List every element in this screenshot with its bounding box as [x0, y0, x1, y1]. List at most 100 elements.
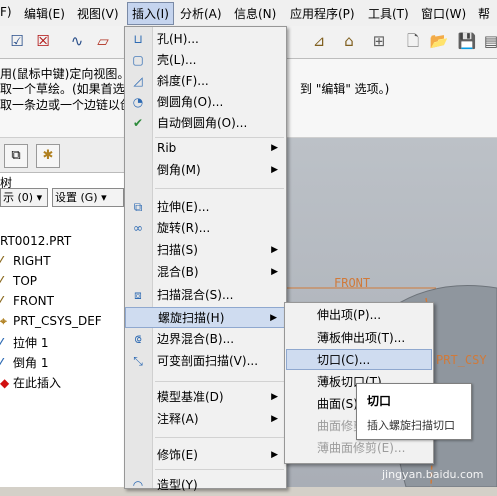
menu-item-variable-section-sweep[interactable]: ⤡ 可变剖面扫描(V)...	[125, 351, 286, 372]
plane-icon[interactable]: ▱	[92, 30, 114, 52]
message-line-2: 取一个草绘。(如果首选内	[0, 82, 137, 96]
menu-item-annotation[interactable]: 注释(A) ▶	[125, 409, 286, 430]
menu-item-swept-blend[interactable]: ⧈ 扫描混合(S)...	[125, 285, 286, 306]
submenu-item-cut[interactable]: 切口(C)...	[286, 349, 432, 370]
datum-axis-icon[interactable]: ⊿	[308, 30, 330, 52]
model-tree-tab-icon[interactable]: ⧉	[4, 144, 28, 168]
submenu-item-protrusion[interactable]: 伸出项(P)...	[285, 305, 433, 326]
draft-icon: ◿	[133, 74, 143, 88]
csys-datum-label: PRT_CSY	[436, 353, 487, 367]
print-icon[interactable]: ▤	[480, 30, 497, 52]
favorites-tab-icon[interactable]: ✱	[36, 144, 60, 168]
tree-item-extrude[interactable]: ⁄ 拉伸 1	[0, 334, 48, 351]
menu-item-extrude[interactable]: ⧉ 拉伸(E)...	[125, 197, 286, 218]
message-line-3: 取一条边或一个边链以创	[0, 98, 133, 112]
submenu-arrow-icon: ▶	[271, 267, 278, 277]
accept-icon[interactable]: ☑	[6, 30, 28, 52]
menu-item-hole[interactable]: ⊔ 孔(H)...	[125, 29, 286, 50]
menu-item-model-datum[interactable]: 模型基准(D) ▶	[125, 387, 286, 408]
cancel-icon[interactable]: ☒	[32, 30, 54, 52]
watermark: jingyan.baidu.com	[382, 468, 484, 481]
menu-applications[interactable]: 应用程序(P)	[290, 5, 355, 22]
submenu-arrow-icon: ▶	[271, 165, 278, 175]
tree-item-chamfer[interactable]: ⁄ 倒角 1	[0, 354, 48, 371]
hole-icon: ⊔	[133, 32, 143, 46]
submenu-arrow-icon: ▶	[271, 414, 278, 424]
menu-item-round[interactable]: ◔ 倒圆角(O)...	[125, 92, 286, 113]
menu-separator	[155, 437, 284, 438]
variable-sweep-icon: ⤡	[133, 354, 143, 368]
extrude-icon: ⧉	[133, 200, 143, 214]
menu-item-rib[interactable]: Rib ▶	[125, 138, 286, 159]
menu-item-cosmetic[interactable]: 修饰(E) ▶	[125, 445, 286, 466]
auto-round-icon: ✔	[132, 116, 144, 130]
menu-separator	[155, 381, 284, 382]
menu-window[interactable]: 窗口(W)	[421, 5, 466, 22]
revolve-icon: ∞	[133, 221, 143, 235]
submenu-arrow-icon: ▶	[271, 143, 278, 153]
menu-edit[interactable]: 编辑(E)	[24, 5, 65, 22]
style-icon: ◠	[132, 478, 144, 492]
tree-item-front[interactable]: ⁄ FRONT	[0, 294, 54, 308]
datum-plane-icon: ⁄	[0, 294, 3, 308]
menu-insert[interactable]: 插入(I)	[127, 2, 174, 25]
insert-here-icon: ◆	[0, 376, 10, 390]
new-file-icon[interactable]: 🗋	[402, 30, 424, 52]
menu-tools[interactable]: 工具(T)	[368, 5, 409, 22]
shell-icon: ▢	[132, 53, 144, 67]
settings-dropdown[interactable]: 设置 (G) ▾	[52, 188, 124, 207]
tree-item-label: RT0012.PRT	[0, 234, 72, 248]
tree-item-part[interactable]: RT0012.PRT	[0, 234, 71, 248]
menu-item-helical-sweep[interactable]: 螺旋扫描(H) ▶	[125, 307, 286, 328]
menu-info[interactable]: 信息(N)	[234, 5, 276, 22]
menu-help[interactable]: 帮	[478, 5, 490, 22]
menu-item-draft[interactable]: ◿ 斜度(F)...	[125, 71, 286, 92]
csys-icon: ⌖	[0, 314, 7, 328]
tree-item-label: 倒角 1	[13, 356, 49, 370]
tooltip: 切口 插入螺旋扫描切口	[356, 383, 472, 440]
swept-blend-icon: ⧈	[134, 288, 142, 302]
tree-item-label: PRT_CSYS_DEF	[13, 314, 102, 328]
save-icon[interactable]: 💾	[456, 30, 478, 52]
submenu-item-thin-surface-trim: 薄曲面修剪(E)...	[317, 441, 406, 455]
menu-bar: F) 编辑(E) 视图(V) 插入(I) 分析(A) 信息(N) 应用程序(P)…	[0, 0, 497, 27]
open-folder-icon[interactable]: 📂	[428, 30, 450, 52]
menu-item-blend[interactable]: 混合(B) ▶	[125, 262, 286, 283]
tooltip-description: 插入螺旋扫描切口	[367, 419, 455, 432]
tree-item-csys[interactable]: ⌖ PRT_CSYS_DEF	[0, 314, 102, 329]
menu-item-shell[interactable]: ▢ 壳(L)...	[125, 50, 286, 71]
csys-tool-icon[interactable]: ⊞	[368, 30, 390, 52]
tree-item-right[interactable]: ⁄ RIGHT	[0, 254, 51, 268]
tooltip-title: 切口	[367, 394, 392, 408]
message-line-2-continued: 到 "编辑" 选项。)	[300, 82, 390, 96]
menu-item-auto-round[interactable]: ✔ 自动倒圆角(O)...	[125, 113, 286, 134]
insert-menu: ⊔ 孔(H)... ▢ 壳(L)... ◿ 斜度(F)... ◔ 倒圆角(O)... ✔…	[124, 26, 287, 492]
submenu-arrow-icon: ▶	[271, 392, 278, 402]
menu-item-sweep[interactable]: 扫描(S) ▶	[125, 240, 286, 261]
menu-file[interactable]: F)	[0, 5, 12, 19]
menu-analysis[interactable]: 分析(A)	[180, 5, 222, 22]
datum-point-icon[interactable]: ⌂	[338, 30, 360, 52]
submenu-arrow-icon: ▶	[271, 450, 278, 460]
menu-item-revolve[interactable]: ∞ 旋转(R)...	[125, 218, 286, 239]
tree-item-label: 拉伸 1	[13, 336, 49, 350]
sketch-curve-icon[interactable]: ∿	[66, 30, 88, 52]
tree-item-label: RIGHT	[13, 254, 51, 268]
datum-plane-icon: ⁄	[0, 274, 3, 288]
boundary-blend-icon: ⟃	[134, 332, 142, 346]
tree-item-label: FRONT	[13, 294, 54, 308]
round-icon: ◔	[132, 95, 144, 109]
menu-view[interactable]: 视图(V)	[77, 5, 119, 22]
menu-item-boundary-blend[interactable]: ⟃ 边界混合(B)...	[125, 329, 286, 350]
extrude-icon: ⁄	[0, 336, 3, 350]
submenu-item-thin-protrusion[interactable]: 薄板伸出项(T)...	[285, 328, 433, 349]
submenu-arrow-icon: ▶	[270, 313, 277, 323]
menu-item-chamfer[interactable]: 倒角(M) ▶	[125, 160, 286, 181]
tree-item-insert-here[interactable]: ◆ 在此插入	[0, 374, 61, 391]
navigator-tabs: ⧉ ✱	[0, 138, 125, 173]
front-datum-label: FRONT	[334, 276, 371, 290]
display-dropdown[interactable]: 示 (0) ▾	[0, 188, 48, 207]
menu-separator	[155, 469, 284, 470]
tree-item-top[interactable]: ⁄ TOP	[0, 274, 37, 288]
menu-item-style[interactable]: ◠ 造型(Y)	[125, 475, 286, 496]
